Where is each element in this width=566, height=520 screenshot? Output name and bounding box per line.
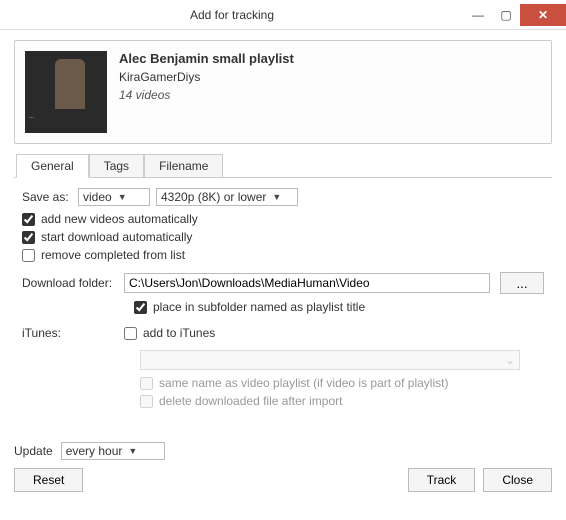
browse-folder-button[interactable]: ...	[500, 272, 544, 294]
titlebar: Add for tracking — ▢ ✕	[0, 0, 566, 30]
window-title: Add for tracking	[0, 8, 464, 22]
playlist-thumbnail: ...	[25, 51, 107, 133]
add-to-itunes-label: add to iTunes	[143, 326, 215, 340]
window-close-button[interactable]: ✕	[520, 4, 566, 26]
tab-filename[interactable]: Filename	[144, 154, 223, 178]
tab-tags[interactable]: Tags	[89, 154, 144, 178]
quality-select[interactable]: 4320p (8K) or lower ▼	[156, 188, 298, 206]
close-button[interactable]: Close	[483, 468, 552, 492]
playlist-count: 14 videos	[119, 88, 294, 102]
itunes-playlist-select: ⌄	[140, 350, 520, 370]
remove-completed-checkbox[interactable]: remove completed from list	[22, 248, 544, 262]
track-button[interactable]: Track	[408, 468, 476, 492]
tab-body-general: Save as: video ▼ 4320p (8K) or lower ▼ a…	[14, 177, 552, 422]
add-new-label: add new videos automatically	[41, 212, 198, 226]
subfolder-input[interactable]	[134, 301, 147, 314]
download-folder-label: Download folder:	[22, 276, 118, 290]
chevron-down-icon: ▼	[128, 446, 137, 456]
update-label: Update	[14, 444, 53, 458]
same-name-label: same name as video playlist (if video is…	[159, 376, 448, 390]
minimize-button[interactable]: —	[464, 4, 492, 26]
chevron-down-icon: ⌄	[505, 353, 515, 367]
reset-button[interactable]: Reset	[14, 468, 83, 492]
delete-after-label: delete downloaded file after import	[159, 394, 342, 408]
subfolder-label: place in subfolder named as playlist tit…	[153, 300, 365, 314]
add-to-itunes-input[interactable]	[124, 327, 137, 340]
content-area: ... Alec Benjamin small playlist KiraGam…	[0, 30, 566, 506]
playlist-title: Alec Benjamin small playlist	[119, 51, 294, 66]
start-download-input[interactable]	[22, 231, 35, 244]
same-name-checkbox: same name as video playlist (if video is…	[140, 376, 544, 390]
settings-tabs: General Tags Filename Save as: video ▼ 4…	[14, 153, 552, 422]
remove-completed-label: remove completed from list	[41, 248, 185, 262]
tab-general[interactable]: General	[16, 154, 89, 178]
format-value: video	[83, 190, 112, 204]
quality-value: 4320p (8K) or lower	[161, 190, 266, 204]
start-download-label: start download automatically	[41, 230, 192, 244]
footer-bar: Update every hour ▼	[14, 442, 552, 460]
itunes-label: iTunes:	[22, 326, 118, 340]
add-new-checkbox[interactable]: add new videos automatically	[22, 212, 544, 226]
chevron-down-icon: ▼	[118, 192, 127, 202]
subfolder-checkbox[interactable]: place in subfolder named as playlist tit…	[134, 300, 544, 314]
chevron-down-icon: ▼	[272, 192, 281, 202]
start-download-checkbox[interactable]: start download automatically	[22, 230, 544, 244]
add-new-input[interactable]	[22, 213, 35, 226]
format-select[interactable]: video ▼	[78, 188, 150, 206]
maximize-button[interactable]: ▢	[492, 4, 520, 26]
same-name-input	[140, 377, 153, 390]
download-folder-input[interactable]	[124, 273, 490, 293]
playlist-header-panel: ... Alec Benjamin small playlist KiraGam…	[14, 40, 552, 144]
delete-after-checkbox: delete downloaded file after import	[140, 394, 544, 408]
delete-after-input	[140, 395, 153, 408]
playlist-author: KiraGamerDiys	[119, 70, 294, 84]
save-as-label: Save as:	[22, 190, 72, 204]
update-interval-select[interactable]: every hour ▼	[61, 442, 165, 460]
remove-completed-input[interactable]	[22, 249, 35, 262]
add-to-itunes-checkbox[interactable]: add to iTunes	[124, 326, 215, 340]
update-value: every hour	[66, 444, 123, 458]
